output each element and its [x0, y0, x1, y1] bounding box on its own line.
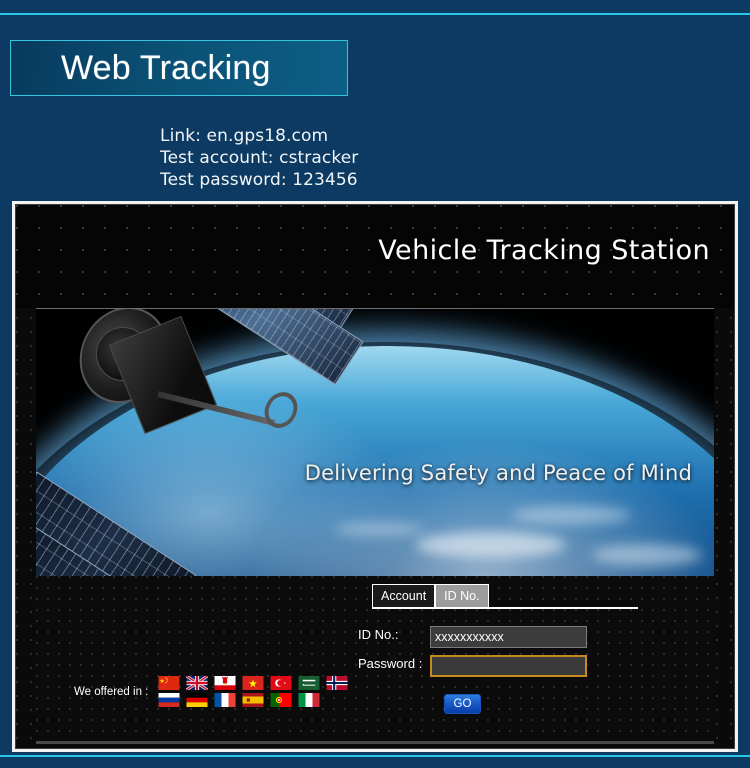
- login-tabs: Account ID No.: [372, 584, 638, 609]
- flag-icon-vietnam[interactable]: [242, 676, 264, 690]
- tracking-panel: Vehicle Tracking Station Delivering Safe…: [12, 201, 738, 752]
- flag-icon-france[interactable]: [214, 693, 236, 707]
- credentials-account: Test account: cstracker: [160, 148, 359, 168]
- offered-in-label: We offered in :: [74, 685, 149, 698]
- satellite-ring: [262, 387, 300, 433]
- login-area: Account ID No. ID No.: Password : GO We …: [36, 576, 714, 740]
- satellite-image: [36, 309, 372, 576]
- page-title: Web Tracking: [61, 48, 271, 87]
- flag-icon-turkey[interactable]: [270, 676, 292, 690]
- tracking-panel-inner: Vehicle Tracking Station Delivering Safe…: [15, 204, 735, 749]
- flag-row-1: [158, 676, 348, 690]
- id-no-label: ID No.:: [358, 627, 399, 642]
- hero-banner: Delivering Safety and Peace of Mind: [36, 308, 714, 576]
- cloud-shape: [510, 506, 631, 524]
- bottom-accent-rule: [0, 755, 750, 757]
- cloud-shape: [591, 544, 702, 566]
- password-row: Password :: [358, 655, 587, 677]
- cloud-shape: [415, 532, 566, 558]
- language-selector: We offered in :: [74, 676, 348, 707]
- flag-icon-italy[interactable]: [298, 693, 320, 707]
- credentials-password: Test password: 123456: [160, 170, 358, 190]
- tab-id-no[interactable]: ID No.: [435, 584, 489, 607]
- credentials-block: Link: en.gps18.com Test account: cstrack…: [160, 125, 358, 191]
- flag-icon-saudi-arabia[interactable]: [298, 676, 320, 690]
- flag-icon-china[interactable]: [158, 676, 180, 690]
- flag-icon-portugal[interactable]: [270, 693, 292, 707]
- credentials-link: Link: en.gps18.com: [160, 126, 329, 146]
- flag-icon-spain[interactable]: [242, 693, 264, 707]
- password-input[interactable]: [430, 655, 587, 677]
- page-title-plaque: Web Tracking: [10, 40, 348, 96]
- flag-icon-russia[interactable]: [158, 693, 180, 707]
- id-no-row: ID No.:: [358, 626, 587, 648]
- flag-icon-united-kingdom[interactable]: [186, 676, 209, 690]
- flag-icon-norway[interactable]: [326, 676, 348, 690]
- go-button[interactable]: GO: [444, 694, 481, 714]
- flag-icon-gibraltar[interactable]: [214, 676, 236, 690]
- panel-header: Vehicle Tracking Station: [16, 205, 734, 308]
- tab-account[interactable]: Account: [372, 584, 436, 607]
- flag-grid: [158, 676, 348, 707]
- station-title: Vehicle Tracking Station: [378, 235, 710, 266]
- top-accent-rule: [0, 13, 750, 15]
- password-label: Password :: [358, 656, 423, 671]
- flag-row-2: [158, 693, 348, 707]
- flag-icon-germany[interactable]: [186, 693, 208, 707]
- panel-bottom-bevel: [36, 741, 714, 744]
- tagline: Delivering Safety and Peace of Mind: [304, 461, 692, 485]
- id-no-input[interactable]: [430, 626, 587, 648]
